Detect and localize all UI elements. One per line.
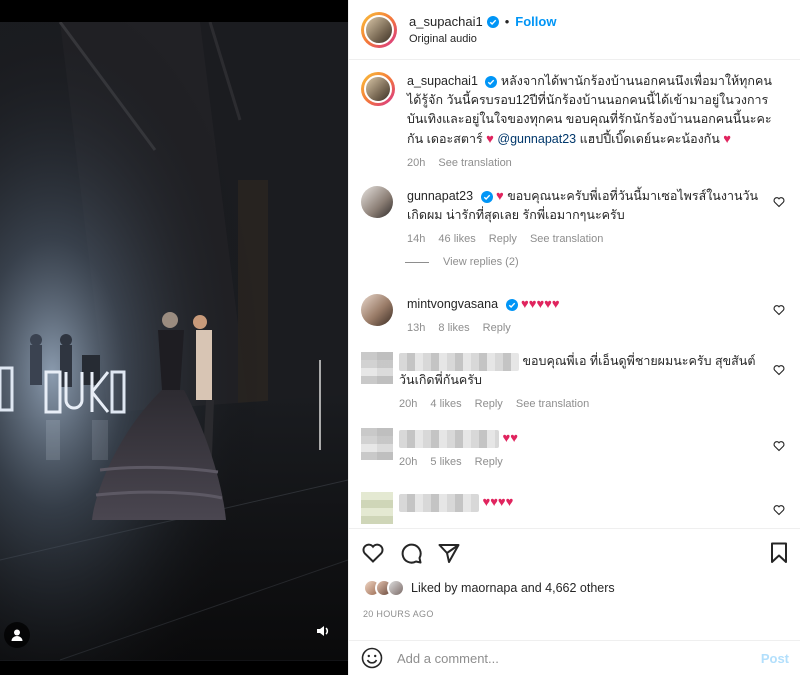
heart-emoji: ♥ xyxy=(723,131,731,146)
comment-item: ♥♥♥♥ xyxy=(361,492,791,524)
heart-icon xyxy=(362,543,384,563)
liked-by-and: and xyxy=(520,581,542,595)
audio-link[interactable]: Original audio xyxy=(409,33,556,45)
verified-badge-icon xyxy=(480,190,493,203)
caption-username[interactable]: a_supachai1 xyxy=(407,74,478,88)
blurred-username xyxy=(399,429,499,448)
heart-emoji: ♥ xyxy=(486,131,494,146)
commenter-avatar[interactable] xyxy=(361,186,393,218)
save-button[interactable] xyxy=(767,541,791,565)
post-caption: a_supachai1 หลังจากได้พานักร้องบ้านนอกคน… xyxy=(361,72,791,169)
author-avatar[interactable] xyxy=(361,11,397,48)
comment-input[interactable] xyxy=(397,650,761,666)
comment-see-translation[interactable]: See translation xyxy=(516,398,589,410)
caption-author-avatar[interactable] xyxy=(361,72,395,106)
verified-badge-icon xyxy=(486,15,499,28)
comment-button[interactable] xyxy=(399,541,423,565)
post-comment-button[interactable]: Post xyxy=(761,651,789,666)
heart-outline-icon[interactable] xyxy=(773,364,785,376)
comment-reply-button[interactable]: Reply xyxy=(475,398,503,410)
hearts-emoji: ♥♥ xyxy=(502,430,518,445)
blurred-avatar xyxy=(361,428,393,460)
comment-time: 14h xyxy=(407,233,426,245)
comment-item: mintvongvasana ♥♥♥♥♥ 13h 8 likes Reply xyxy=(361,294,791,334)
mute-toggle-button[interactable] xyxy=(312,620,334,642)
header-separator: • xyxy=(504,14,510,29)
speaker-icon xyxy=(317,626,329,636)
comment-reply-button[interactable]: Reply xyxy=(483,322,511,334)
post-header: a_supachai1 • Follow Original audio xyxy=(349,0,800,60)
post-video[interactable] xyxy=(0,0,348,675)
tagged-users-button[interactable] xyxy=(4,622,30,648)
liked-by-user[interactable]: maornapa xyxy=(461,581,517,595)
view-replies-label: View replies (2) xyxy=(443,256,519,268)
comment-time: 20h xyxy=(399,456,418,468)
comment-item: ขอบคุณพี่เอ ที่เอ็นดูพี่ชายผมนะครับ สุขส… xyxy=(361,352,791,410)
view-replies-button[interactable]: View replies (2) xyxy=(405,256,519,268)
paper-plane-icon xyxy=(438,544,460,563)
comment-username[interactable]: gunnapat23 xyxy=(407,189,473,203)
comment-see-translation[interactable]: See translation xyxy=(530,233,603,245)
comment-likes[interactable]: 4 likes xyxy=(430,398,461,410)
emoji-icon[interactable] xyxy=(361,647,383,669)
follow-button[interactable]: Follow xyxy=(515,14,556,29)
instagram-post-modal: a_supachai1 • Follow Original audio a_su… xyxy=(0,0,800,675)
view-replies-line xyxy=(405,261,429,263)
liker-avatars xyxy=(363,579,405,597)
blurred-username xyxy=(399,493,479,512)
heart-outline-icon[interactable] xyxy=(773,304,785,316)
commenter-avatar[interactable] xyxy=(361,294,393,326)
comment-reply-button[interactable]: Reply xyxy=(475,456,503,468)
caption-see-translation[interactable]: See translation xyxy=(438,157,511,169)
comment-likes[interactable]: 5 likes xyxy=(430,456,461,468)
comment-bubble-icon xyxy=(401,543,422,564)
blurred-avatar xyxy=(361,492,393,524)
verified-badge-icon xyxy=(485,75,498,88)
comment-item: ♥♥ 20h 5 likes Reply xyxy=(361,428,791,468)
liked-by-summary[interactable]: Liked by maornapa and 4,662 others xyxy=(363,579,615,597)
comment-time: 13h xyxy=(407,322,426,334)
hearts-emoji: ♥♥♥♥♥ xyxy=(521,296,560,311)
comment-composer: Post xyxy=(349,640,800,675)
post-timestamp[interactable]: 20 HOURS AGO xyxy=(363,609,434,619)
heart-outline-icon[interactable] xyxy=(773,196,785,208)
hearts-emoji: ♥♥♥♥ xyxy=(482,494,514,509)
heart-outline-icon[interactable] xyxy=(773,440,785,452)
user-icon xyxy=(11,629,23,641)
video-bottom-letterbox xyxy=(0,661,348,675)
comment-item: gunnapat23 ♥ ขอบคุณนะครับพี่เอที่วันนี้ม… xyxy=(361,186,791,245)
comment-time: 20h xyxy=(399,398,418,410)
comment-username[interactable]: mintvongvasana xyxy=(407,297,498,311)
heart-emoji: ♥ xyxy=(496,188,504,203)
bookmark-icon xyxy=(771,542,787,563)
caption-mention-link[interactable]: @gunnapat23 xyxy=(497,132,576,146)
liked-by-prefix: Liked by xyxy=(411,581,458,595)
caption-time: 20h xyxy=(407,157,426,169)
author-username[interactable]: a_supachai1 xyxy=(409,14,483,29)
liked-by-count[interactable]: 4,662 others xyxy=(545,581,615,595)
caption-text-2: แฮปปี้เบิ๊ดเดย์นะคะน้องกัน xyxy=(579,132,720,146)
post-details-panel: a_supachai1 • Follow Original audio a_su… xyxy=(348,0,800,675)
video-top-letterbox xyxy=(0,0,348,22)
comment-likes[interactable]: 46 likes xyxy=(438,233,475,245)
heart-outline-icon[interactable] xyxy=(773,504,785,516)
blurred-avatar xyxy=(361,352,393,384)
post-actions: Liked by maornapa and 4,662 others 20 HO… xyxy=(349,528,800,628)
like-button[interactable] xyxy=(361,541,385,565)
comment-likes[interactable]: 8 likes xyxy=(438,322,469,334)
comments-list[interactable]: a_supachai1 หลังจากได้พานักร้องบ้านนอกคน… xyxy=(349,60,800,528)
stage-scene xyxy=(0,0,348,675)
verified-badge-icon xyxy=(505,298,518,311)
comment-reply-button[interactable]: Reply xyxy=(489,233,517,245)
blurred-username xyxy=(399,352,519,371)
share-button[interactable] xyxy=(437,541,461,565)
